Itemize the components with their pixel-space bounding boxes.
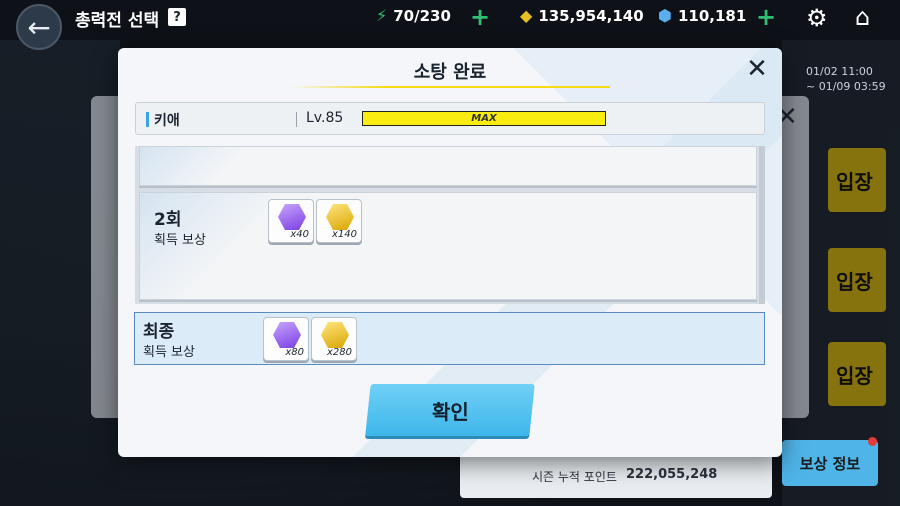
- final-reward-item[interactable]: x280: [311, 317, 357, 361]
- gem-icon: ⬢: [658, 6, 672, 25]
- item-qty: x280: [326, 347, 352, 358]
- gold-gem-icon: [321, 322, 349, 348]
- confirm-button[interactable]: 확인: [365, 384, 535, 436]
- final-subtitle: 획득 보상: [143, 345, 195, 360]
- coin-icon: ◆: [520, 6, 533, 25]
- home-icon[interactable]: ⌂: [855, 3, 870, 31]
- reward-item[interactable]: x140: [316, 199, 362, 243]
- item-qty: x40: [290, 229, 309, 240]
- item-qty: x80: [285, 347, 304, 358]
- stamina-value: 70/230: [393, 6, 451, 25]
- add-gems-button[interactable]: +: [756, 3, 776, 31]
- character-accent: [146, 112, 149, 127]
- reward-info-button[interactable]: 보상 정보: [782, 440, 878, 486]
- purple-gem-icon: [278, 204, 306, 230]
- character-level: Lv.85: [306, 110, 344, 126]
- gold-gem-icon: [326, 204, 354, 230]
- back-button[interactable]: ←: [16, 4, 62, 50]
- list-item: [139, 146, 757, 186]
- sweep-complete-modal: 소탕 완료 ✕ 키애 Lv.85 MAX 2회 획득 보상 x40 x140 최…: [118, 48, 782, 457]
- season-points-value: 222,055,248: [626, 467, 718, 482]
- final-reward-item[interactable]: x80: [263, 317, 309, 361]
- purple-gem-icon: [273, 322, 301, 348]
- gems-value: 110,181: [677, 6, 747, 25]
- date-end: ~ 01/09 03:59: [806, 80, 886, 93]
- notification-dot: [868, 437, 877, 446]
- title-underline: [290, 86, 610, 88]
- stamina-display: ⚡ 70/230: [376, 6, 451, 25]
- gems-display: ⬢ 110,181: [658, 6, 746, 25]
- close-icon: ✕: [746, 54, 768, 84]
- modal-title: 소탕 완료: [413, 62, 487, 83]
- final-title: 최종: [143, 322, 175, 342]
- character-name: 키애: [154, 113, 180, 129]
- arrow-left-icon: ←: [27, 10, 51, 44]
- character-row: 키애 Lv.85 MAX: [135, 102, 765, 135]
- confirm-label: 확인: [431, 399, 469, 424]
- screen-title: 총력전 선택: [75, 11, 160, 31]
- gear-icon[interactable]: ⚙: [806, 4, 828, 32]
- add-stamina-button[interactable]: +: [470, 3, 490, 31]
- list-item-round-2: 2회 획득 보상 x40 x140: [139, 192, 757, 300]
- date-start: 01/02 11:00: [806, 65, 873, 78]
- final-rewards-row: 최종 획득 보상 x80 x280: [134, 312, 765, 365]
- credits-value: 135,954,140: [538, 6, 644, 25]
- event-date-range: 01/02 11:00 ~ 01/09 03:59: [806, 64, 886, 94]
- round-title: 2회: [154, 210, 182, 230]
- lightning-icon: ⚡: [376, 6, 388, 25]
- reward-list[interactable]: 2회 획득 보상 x40 x140: [135, 146, 765, 304]
- season-points-label: 시즌 누적 포인트: [532, 470, 617, 484]
- item-qty: x140: [331, 229, 357, 240]
- scrollbar[interactable]: [759, 146, 765, 304]
- close-button[interactable]: ✕: [742, 54, 772, 84]
- exp-bar: MAX: [362, 111, 606, 126]
- reward-item[interactable]: x40: [268, 199, 314, 243]
- credits-display: ◆ 135,954,140: [520, 6, 644, 25]
- card-pattern: [140, 147, 280, 185]
- divider: [296, 112, 297, 127]
- exp-label: MAX: [471, 113, 497, 124]
- round-subtitle: 획득 보상: [154, 233, 206, 248]
- help-icon[interactable]: ?: [168, 8, 186, 26]
